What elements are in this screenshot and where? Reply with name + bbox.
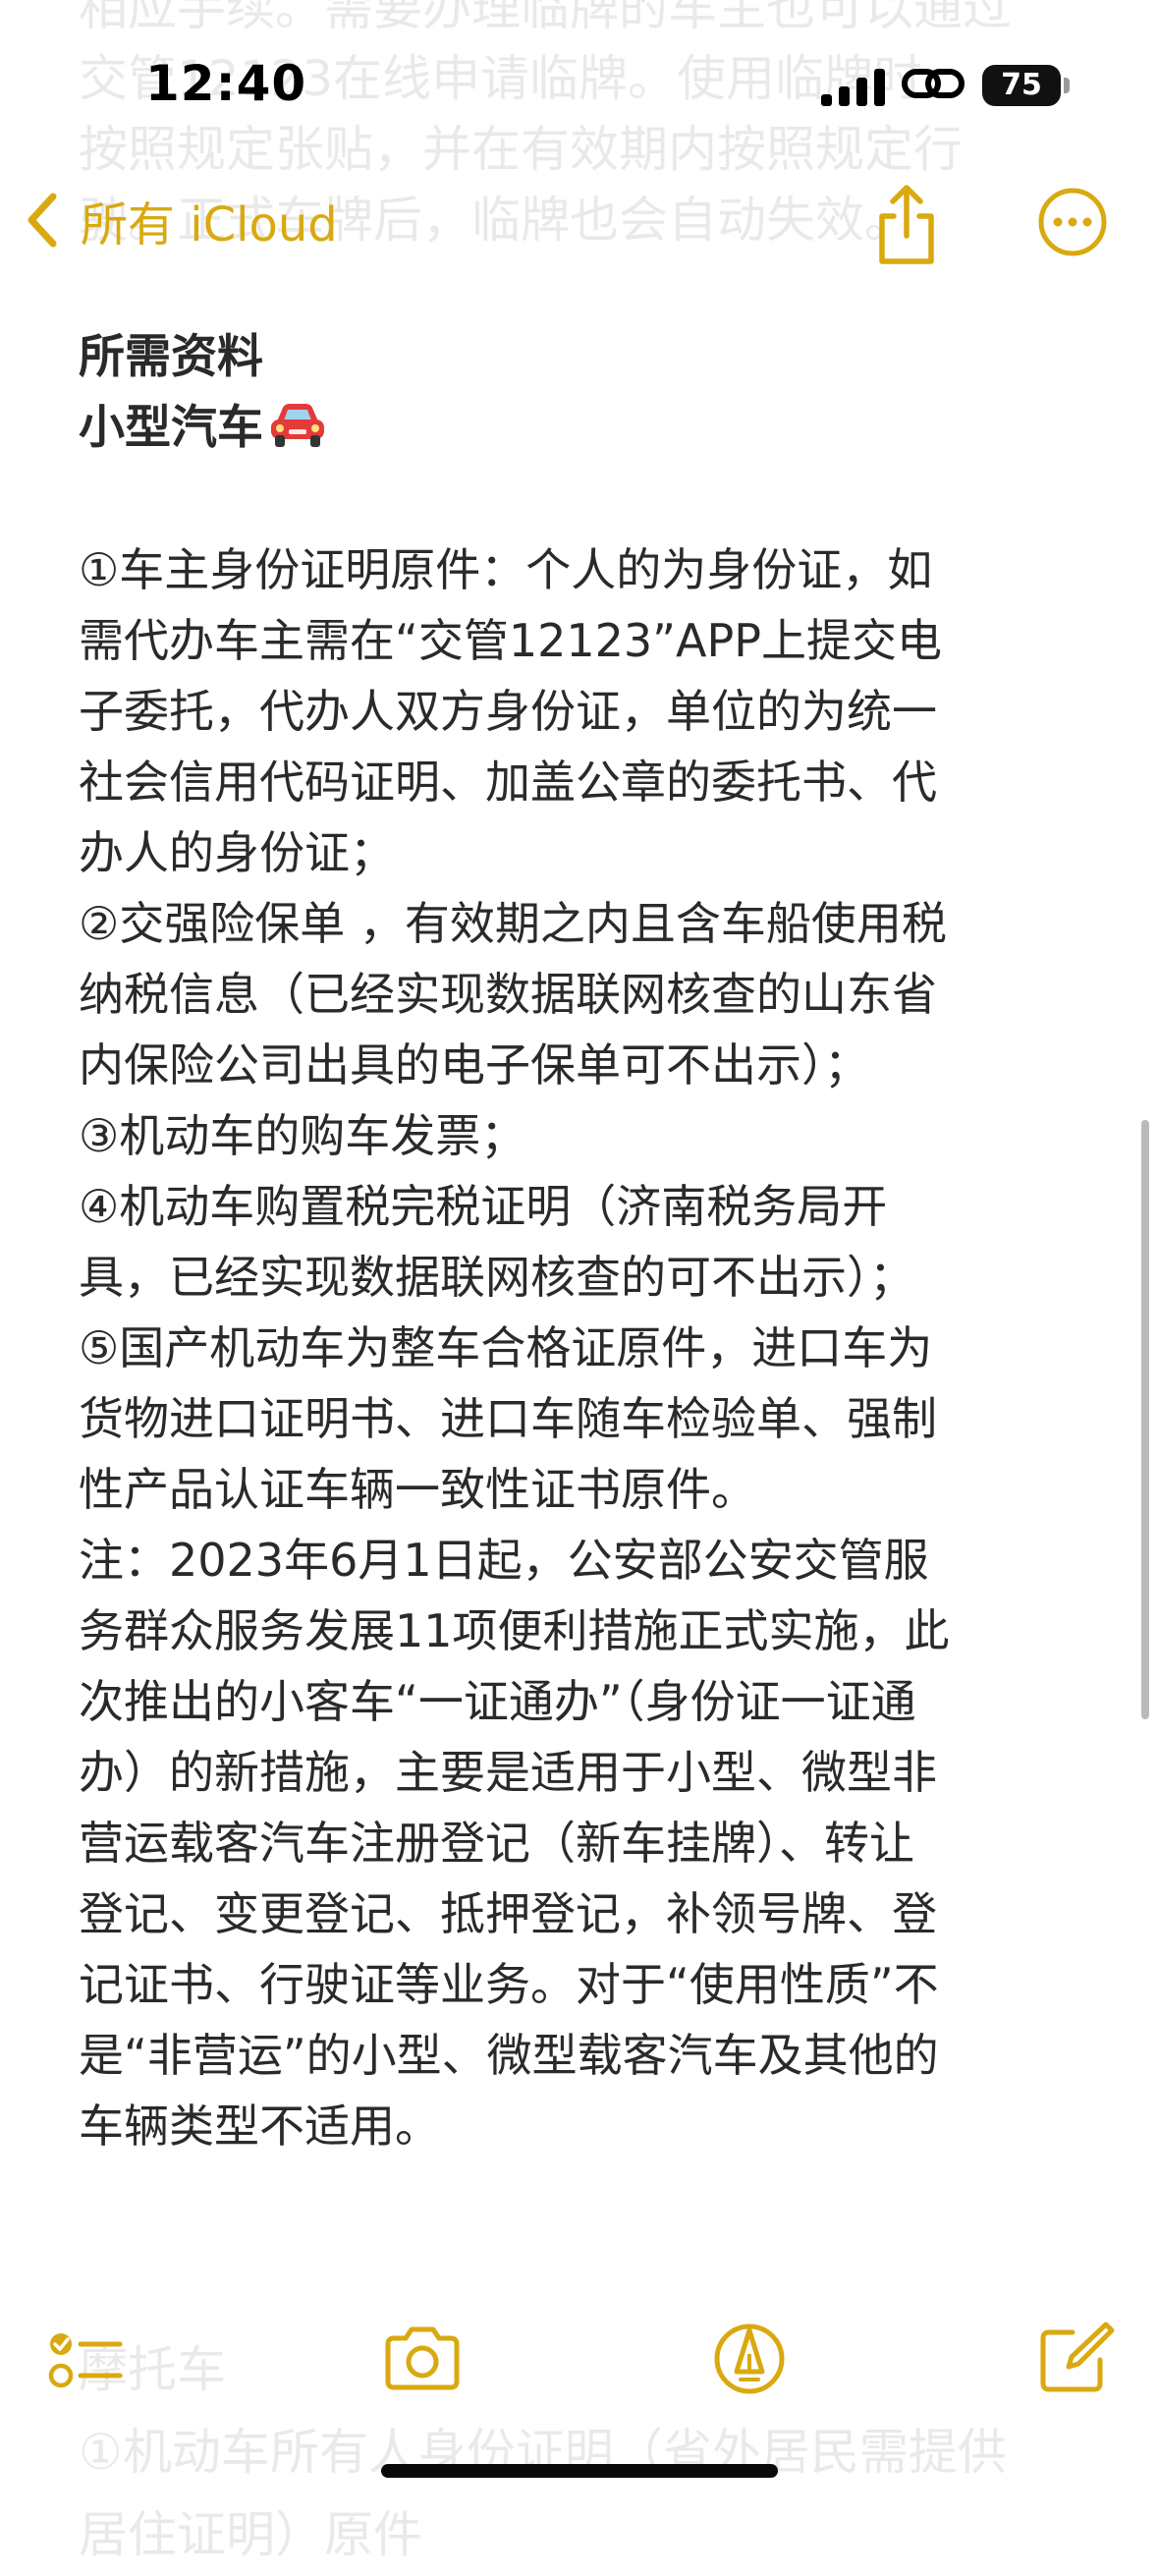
markup-pen-icon [714,2324,785,2394]
checklist-button[interactable] [41,2315,130,2403]
personal-hotspot-icon [902,69,965,98]
note-line: ③机动车的购车发票； [79,1109,526,1162]
camera-icon [385,2326,460,2390]
note-subheading-row: 小型汽车 [79,393,1080,464]
note-line: 需代办车主需在“交管12123”APP上提交电 [79,614,942,667]
bottom-toolbar [0,2289,1158,2436]
ellipsis-circle-icon[interactable] [1037,187,1108,257]
scroll-indicator[interactable] [1141,1120,1149,1719]
back-label: 所有 iCloud [81,197,338,252]
note-line: 办人的身份证； [79,826,395,879]
note-line: 注：2023年6月1日起，公安部公安交管服 [79,1534,929,1587]
note-heading: 所需资料 [79,330,263,384]
note-line: ④机动车购置税完税证明（济南税务局开 [79,1180,888,1233]
note-subheading: 小型汽车 [79,401,263,455]
note-line: 务群众服务发展11项便利措施正式实施，此 [79,1604,950,1657]
signal-bars-icon [821,69,885,106]
note-line: 记证书、行驶证等业务。对于“使用性质”不 [79,1958,939,2011]
note-line: 次推出的小客车“一证通办”（身份证一证通 [79,1675,916,1728]
note-line: 内保险公司出具的电子保单可不出示）； [79,1038,869,1092]
note-line: 登记、变更登记、抵押登记，补领号牌、登 [79,1887,937,1940]
note-line: 社会信用代码证明、加盖公章的委托书、代 [79,756,937,809]
battery-icon: 75 [982,65,1061,106]
compose-button[interactable] [1029,2315,1118,2403]
checklist-icon [48,2333,123,2388]
note-line: 营运载客汽车注册登记（新车挂牌）、转让 [79,1817,914,1870]
note-line: ①车主身份证明原件：个人的为身份证，如 [79,543,933,596]
note-content[interactable]: 所需资料 小型汽车 ①车主身份证明原件：个人的为身份证，如 需代办车主需在“交管… [79,322,1080,2161]
battery-nub [1064,78,1070,93]
camera-button[interactable] [378,2315,467,2403]
home-indicator[interactable] [381,2464,778,2478]
share-icon[interactable] [872,183,941,267]
note-line: ⑤国产机动车为整车合格证原件，进口车为 [79,1321,933,1374]
markup-button[interactable] [705,2315,794,2403]
chevron-left-icon [28,193,57,248]
compose-icon [1040,2322,1115,2392]
faded-line: 居住证明）原件 [79,2506,422,2563]
battery-level: 75 [1001,68,1042,102]
car-icon [271,404,324,447]
note-line: 具，已经实现数据联网核查的可不出示）； [79,1251,914,1304]
note-line: 是“非营运”的小型、微型载客汽车及其他的 [79,2029,939,2082]
back-button[interactable]: 所有 iCloud [24,181,338,259]
note-line: 办）的新措施，主要是适用于小型、微型非 [79,1746,937,1799]
nav-bar: 所有 iCloud [0,167,1158,275]
status-time: 12:40 [145,55,307,112]
note-line: 子委托，代办人双方身份证，单位的为统一 [79,685,937,738]
note-line: 性产品认证车辆一致性证书原件。 [79,1463,756,1516]
note-line: ②交强险保单 ，有效期之内且含车船使用税 [79,897,947,950]
note-line: 纳税信息（已经实现数据联网核查的山东省 [79,968,937,1021]
note-line: 车辆类型不适用。 [79,2100,440,2153]
status-bar: 12:40 75 [0,0,1158,157]
note-line: 货物进口证明书、进口车随车检验单、强制 [79,1392,937,1445]
